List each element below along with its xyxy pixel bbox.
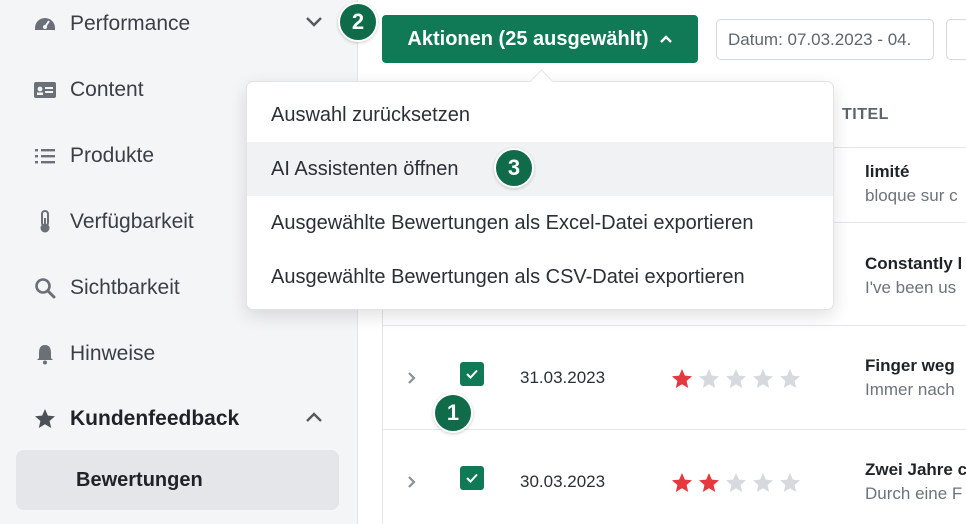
search-icon <box>32 275 58 301</box>
table-divider <box>382 429 966 430</box>
sidebar-subitem-bewertungen[interactable]: Bewertungen <box>16 450 339 510</box>
sidebar-item-kundenfeedback[interactable]: Kundenfeedback <box>0 387 357 451</box>
list-icon <box>32 143 58 169</box>
row-checkbox[interactable] <box>460 466 484 490</box>
column-header-titel[interactable]: TITEL <box>842 106 889 124</box>
expand-row-icon[interactable] <box>402 368 422 388</box>
sidebar-item-label: Kundenfeedback <box>70 407 240 430</box>
star-empty-icon <box>780 473 800 492</box>
sidebar-item-label: Hinweise <box>70 342 156 365</box>
row-subtitle: Immer nach <box>865 380 955 399</box>
star-empty-icon <box>699 369 719 388</box>
chevron-down-icon <box>305 15 323 33</box>
star-empty-icon <box>753 369 773 388</box>
sidebar-item-hinweise[interactable]: Hinweise <box>0 321 357 387</box>
actions-dropdown-menu: Auswahl zurücksetzen AI Assistenten öffn… <box>246 81 834 310</box>
sidebar-item-performance[interactable]: Performance <box>0 0 357 57</box>
row-title: limité <box>865 162 910 181</box>
row-subtitle: I've been us <box>865 278 957 297</box>
star-empty-icon <box>753 473 773 492</box>
row-date: 30.03.2023 <box>520 472 606 491</box>
chevron-up-icon <box>305 410 323 428</box>
star-filled-icon <box>672 473 692 492</box>
row-checkbox[interactable] <box>460 362 484 386</box>
sidebar-item-label: Verfügbarkeit <box>70 210 194 233</box>
menu-item-export-csv[interactable]: Ausgewählte Bewertungen als CSV-Datei ex… <box>247 250 833 304</box>
menu-item-reset-selection[interactable]: Auswahl zurücksetzen <box>247 88 833 142</box>
star-filled-icon <box>672 369 692 388</box>
step-marker-3: 3 <box>494 148 534 188</box>
row-title: Constantly l <box>865 254 963 273</box>
bell-icon <box>32 341 58 367</box>
expand-row-icon[interactable] <box>402 472 422 492</box>
table-divider <box>382 325 966 326</box>
row-title: Finger weg <box>865 356 955 375</box>
sidebar-item-label: Performance <box>70 12 191 35</box>
star-rating <box>670 367 802 391</box>
row-subtitle: bloque sur c <box>865 186 958 205</box>
row-title: Zwei Jahre c <box>865 460 966 479</box>
id-card-icon <box>32 77 58 103</box>
sidebar-item-label: Content <box>70 78 144 101</box>
row-subtitle: Durch eine F <box>865 484 963 503</box>
menu-item-export-excel[interactable]: Ausgewählte Bewertungen als Excel-Datei … <box>247 196 833 250</box>
gauge-icon <box>32 11 58 37</box>
row-date: 31.03.2023 <box>520 368 606 387</box>
step-marker-2: 2 <box>338 2 378 42</box>
star-empty-icon <box>780 369 800 388</box>
star-empty-icon <box>726 369 746 388</box>
star-rating <box>670 471 802 495</box>
menu-item-open-ai-assistant[interactable]: AI Assistenten öffnen <box>247 142 833 196</box>
sidebar-item-label: Produkte <box>70 144 155 167</box>
star-icon <box>32 406 58 432</box>
step-marker-1: 1 <box>433 393 473 433</box>
star-empty-icon <box>726 473 746 492</box>
sidebar-item-label: Sichtbarkeit <box>70 276 180 299</box>
star-filled-icon <box>699 473 719 492</box>
thermometer-icon <box>32 209 58 235</box>
